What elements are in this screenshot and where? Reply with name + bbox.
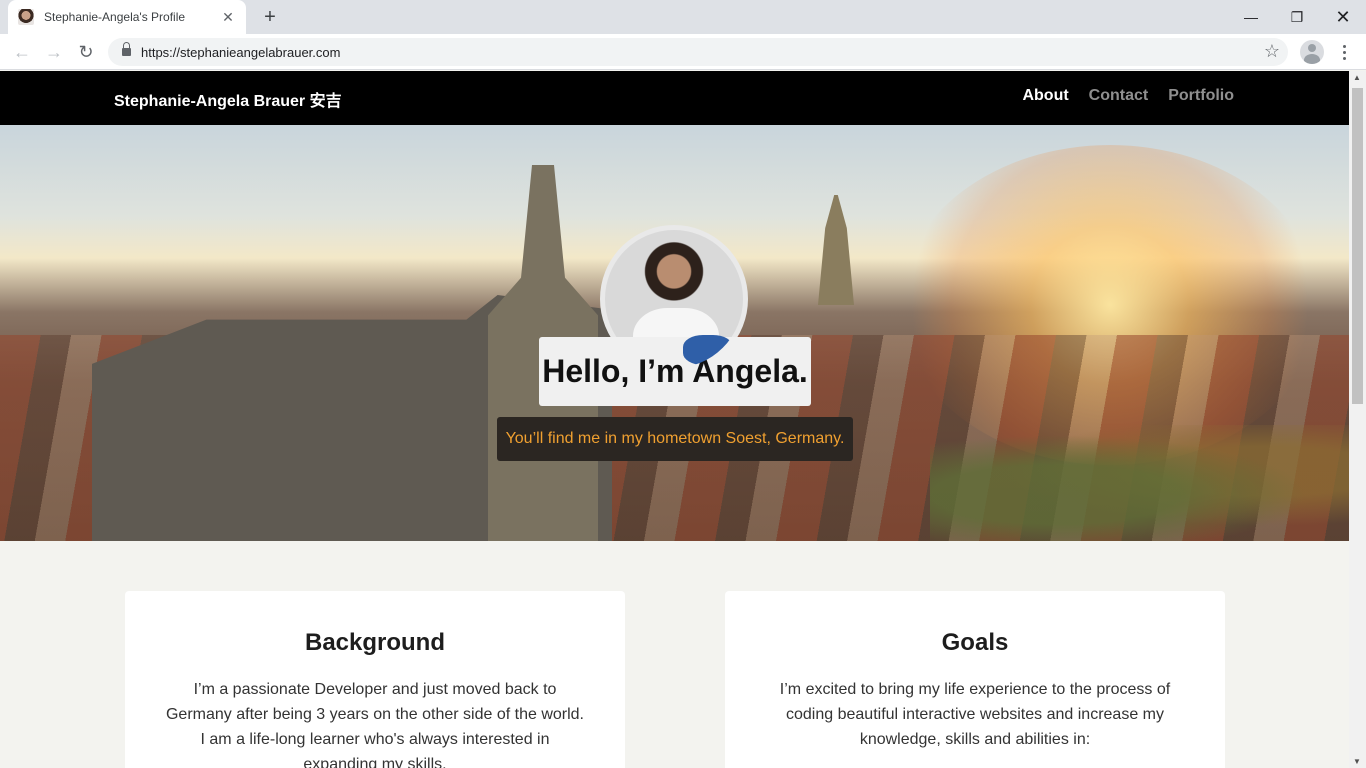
- lock-icon[interactable]: [122, 42, 131, 57]
- tab-title: Stephanie-Angela's Profile: [44, 10, 186, 24]
- maximize-button[interactable]: ❐: [1274, 0, 1320, 34]
- goals-card: Goals I’m excited to bring my life exper…: [725, 591, 1225, 768]
- background-text: I’m a passionate Developer and just move…: [165, 681, 584, 768]
- nav-link-contact[interactable]: Contact: [1089, 87, 1149, 105]
- forward-button[interactable]: →: [42, 40, 66, 64]
- page-scrollbar[interactable]: ▲ ▼: [1349, 71, 1366, 768]
- new-tab-button[interactable]: +: [258, 5, 282, 29]
- site-nav-links: About Contact Portfolio: [1022, 87, 1234, 105]
- favicon-icon: [18, 9, 34, 25]
- back-button[interactable]: ←: [10, 40, 34, 64]
- site-brand[interactable]: Stephanie-Angela Brauer 安吉: [114, 87, 342, 111]
- hero-title: Hello, I’m Angela.: [539, 337, 811, 406]
- tab-close-icon[interactable]: ✕: [220, 9, 236, 26]
- scroll-down-arrow-icon[interactable]: ▼: [1353, 757, 1361, 766]
- profile-avatar-icon[interactable]: [1300, 40, 1324, 64]
- url-text[interactable]: https://stephanieangelabrauer.com: [141, 45, 340, 60]
- close-window-button[interactable]: ✕: [1320, 0, 1366, 34]
- hero-distant-spire: [818, 195, 854, 305]
- minimize-button[interactable]: —: [1228, 0, 1274, 34]
- hero-subtitle: You’ll find me in my hometown Soest, Ger…: [497, 417, 853, 461]
- browser-toolbar: ← → ↻ https://stephanieangelabrauer.com …: [0, 34, 1366, 70]
- hero-banner: Hello, I’m Angela. You’ll find me in my …: [0, 125, 1349, 541]
- browser-menu-icon[interactable]: [1336, 40, 1352, 64]
- reload-button[interactable]: ↻: [74, 40, 98, 64]
- address-bar[interactable]: https://stephanieangelabrauer.com ☆: [108, 38, 1288, 66]
- tab-strip: Stephanie-Angela's Profile ✕ + — ❐ ✕: [0, 0, 1366, 34]
- hero-trees: [930, 425, 1349, 541]
- nav-link-about[interactable]: About: [1022, 87, 1068, 105]
- page-viewport: Stephanie-Angela Brauer 安吉 About Contact…: [0, 71, 1349, 768]
- bookmark-star-icon[interactable]: ☆: [1264, 41, 1280, 62]
- nav-link-portfolio[interactable]: Portfolio: [1168, 87, 1234, 105]
- site-navbar: Stephanie-Angela Brauer 安吉 About Contact…: [0, 71, 1349, 125]
- goals-title: Goals: [941, 629, 1009, 656]
- background-title: Background: [304, 629, 445, 656]
- scroll-thumb[interactable]: [1352, 88, 1363, 404]
- background-card: Background I’m a passionate Developer an…: [125, 591, 625, 768]
- scroll-up-arrow-icon[interactable]: ▲: [1353, 73, 1361, 82]
- goals-text: I’m excited to bring my life experience …: [779, 681, 1171, 748]
- browser-tab[interactable]: Stephanie-Angela's Profile ✕: [8, 0, 246, 34]
